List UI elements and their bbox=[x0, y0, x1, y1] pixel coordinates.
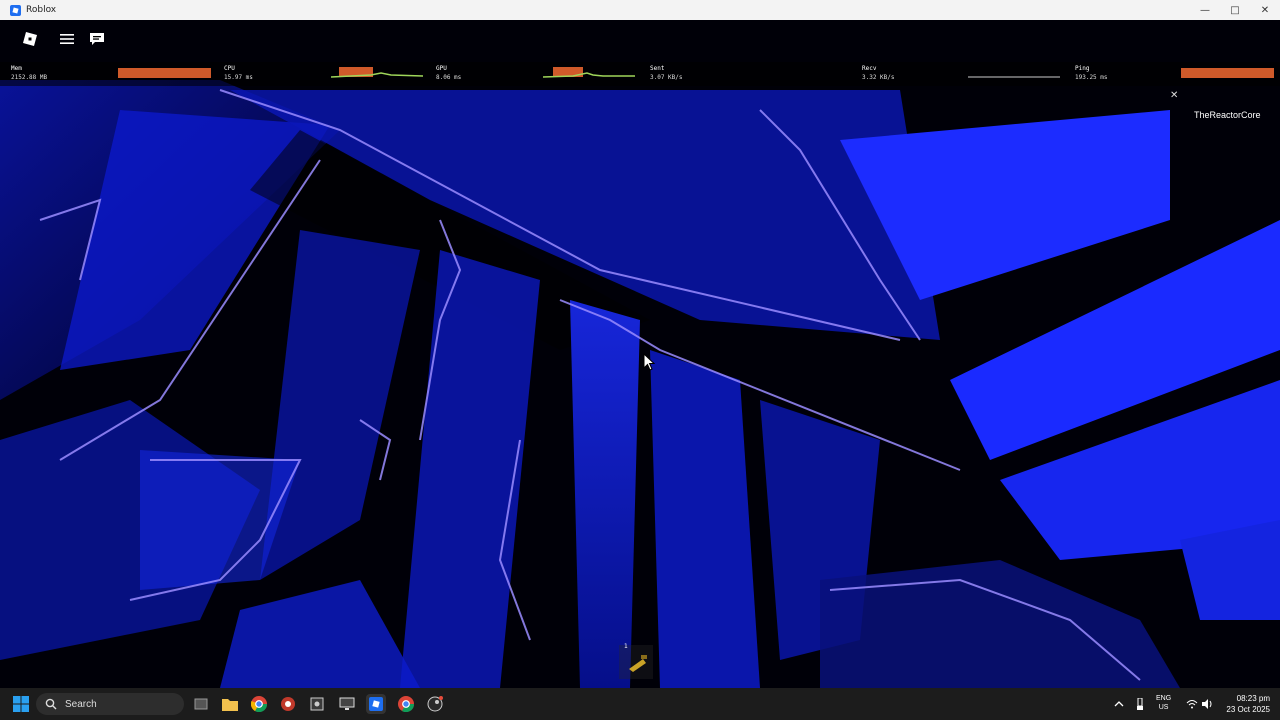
stat-gpu[interactable]: GPU 8.06 ms bbox=[436, 64, 461, 82]
window-controls: — □ ✕ bbox=[1190, 0, 1280, 20]
usb-tray-button[interactable] bbox=[1136, 688, 1144, 720]
input-language[interactable]: ENG US bbox=[1156, 694, 1171, 712]
chrome-button[interactable] bbox=[249, 694, 269, 714]
snipping-tool-button[interactable] bbox=[307, 694, 327, 714]
stat-value: 3.07 KB/s bbox=[650, 74, 683, 81]
clock-date: 23 Oct 2025 bbox=[1226, 705, 1270, 714]
stat-cpu[interactable]: CPU 15.97 ms bbox=[224, 64, 253, 82]
stat-value: 193.25 ms bbox=[1075, 74, 1108, 81]
window-titlebar[interactable]: Roblox — □ ✕ bbox=[0, 0, 1280, 20]
steam-app-button[interactable] bbox=[425, 694, 445, 714]
stat-recv[interactable]: Recv 3.32 KB/s bbox=[862, 64, 895, 82]
gpu-graph bbox=[543, 67, 635, 78]
minimize-button[interactable]: — bbox=[1190, 0, 1220, 20]
lang-region: US bbox=[1158, 704, 1169, 711]
stat-label: Recv bbox=[862, 65, 877, 72]
ping-graph bbox=[1181, 68, 1274, 78]
hamburger-icon bbox=[60, 34, 74, 44]
app-icon bbox=[281, 697, 295, 711]
stat-ping[interactable]: Ping 193.25 ms bbox=[1075, 64, 1108, 82]
hotbar-slot-number: 1 bbox=[624, 643, 628, 650]
usb-icon bbox=[1137, 698, 1143, 710]
volume-icon bbox=[1202, 699, 1212, 709]
clock-time: 08:23 pm bbox=[1236, 694, 1270, 703]
stat-label: GPU bbox=[436, 65, 447, 72]
chat-icon bbox=[90, 33, 104, 45]
roblox-topbar bbox=[0, 20, 1280, 60]
stat-mem[interactable]: Mem 2152.88 MB bbox=[11, 64, 47, 82]
file-explorer-button[interactable] bbox=[220, 694, 240, 714]
monitor-icon bbox=[339, 697, 355, 710]
hamburger-menu-button[interactable] bbox=[56, 28, 78, 50]
search-label: Search bbox=[65, 698, 97, 710]
taskbar-clock[interactable]: 08:23 pm 23 Oct 2025 bbox=[1226, 693, 1270, 715]
roblox-logo-icon bbox=[23, 32, 37, 46]
mouse-cursor-icon bbox=[643, 353, 655, 371]
task-view-button[interactable] bbox=[191, 694, 211, 714]
chrome-icon bbox=[398, 696, 414, 712]
window-title: Roblox bbox=[26, 5, 57, 15]
steam-icon bbox=[427, 696, 443, 712]
wifi-icon bbox=[1186, 700, 1198, 709]
stat-label: Mem bbox=[11, 65, 22, 72]
windows-taskbar: Search ENG US 08:23 pm 23 Oct 2025 bbox=[0, 688, 1280, 720]
snipping-tool-icon bbox=[310, 697, 324, 711]
stat-value: 15.97 ms bbox=[224, 74, 253, 81]
maximize-button[interactable]: □ bbox=[1220, 0, 1250, 20]
start-button[interactable] bbox=[11, 694, 31, 714]
game-scene bbox=[0, 20, 1280, 688]
recv-graph bbox=[968, 76, 1060, 78]
stat-label: Sent bbox=[650, 65, 665, 72]
cpu-graph bbox=[331, 67, 423, 78]
monitor-app-button[interactable] bbox=[337, 694, 357, 714]
app-button[interactable] bbox=[278, 694, 298, 714]
player-name: TheReactorCore bbox=[1194, 110, 1261, 120]
chevron-up-icon bbox=[1114, 701, 1124, 707]
roblox-taskbar-button[interactable] bbox=[366, 694, 386, 714]
performance-stats-bar: Mem 2152.88 MB CPU 15.97 ms GPU 8.06 ms … bbox=[0, 62, 1280, 86]
lang-primary: ENG bbox=[1156, 695, 1172, 702]
close-button[interactable]: ✕ bbox=[1250, 0, 1280, 20]
game-viewport[interactable] bbox=[0, 20, 1280, 688]
stat-sent[interactable]: Sent 3.07 KB/s bbox=[650, 64, 683, 82]
folder-icon bbox=[222, 699, 238, 711]
volume-tray-button[interactable] bbox=[1202, 688, 1214, 720]
roblox-app-icon bbox=[10, 4, 21, 16]
mem-graph bbox=[118, 68, 211, 78]
chrome-icon bbox=[251, 696, 267, 712]
chrome-alt-button[interactable] bbox=[396, 694, 416, 714]
wifi-tray-button[interactable] bbox=[1186, 688, 1198, 720]
close-notification-icon[interactable]: ✕ bbox=[1170, 90, 1178, 101]
taskbar-search[interactable]: Search bbox=[36, 693, 184, 715]
search-icon bbox=[45, 698, 57, 710]
task-view-icon bbox=[194, 698, 208, 710]
stat-value: 8.06 ms bbox=[436, 74, 462, 81]
player-notification: ✕ TheReactorCore bbox=[1168, 90, 1280, 128]
roblox-icon bbox=[369, 697, 383, 711]
stat-value: 3.32 KB/s bbox=[862, 74, 895, 81]
roblox-logo-menu-button[interactable] bbox=[19, 28, 41, 50]
stat-label: Ping bbox=[1075, 65, 1090, 72]
chat-button[interactable] bbox=[86, 28, 108, 50]
hotbar-slot[interactable]: 1 bbox=[619, 643, 653, 683]
tray-overflow-button[interactable] bbox=[1114, 688, 1124, 720]
stat-value: 2152.88 MB bbox=[11, 74, 48, 81]
stat-label: CPU bbox=[224, 65, 235, 72]
tool-icon bbox=[619, 645, 653, 679]
windows-logo-icon bbox=[13, 696, 29, 712]
